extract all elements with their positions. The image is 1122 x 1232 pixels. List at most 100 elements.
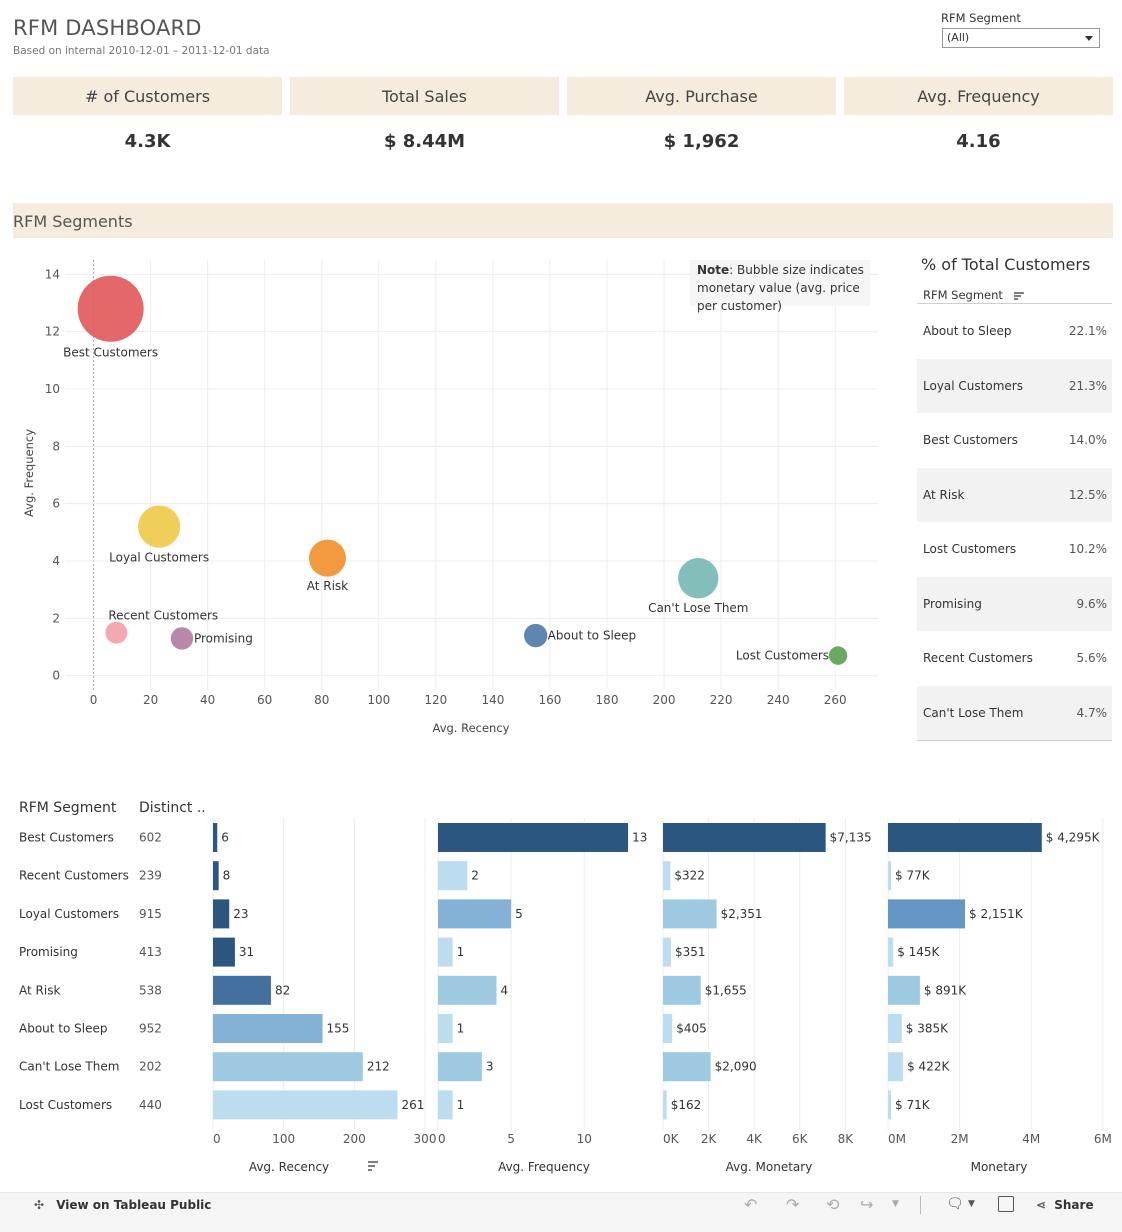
segment-filter-value: (All) [947, 31, 970, 44]
kpi-customers-label: # of Customers [13, 77, 282, 115]
x-tick-label: 160 [538, 693, 561, 707]
kpi-sales-label: Total Sales [290, 77, 559, 115]
y-axis-label: Avg. Frequency [22, 429, 36, 517]
chevron-down-icon[interactable]: ▼ [968, 1199, 975, 1209]
bar-value-label: $ 2,151K [969, 907, 1024, 921]
view-on-tableau-link[interactable]: ✣ View on Tableau Public [34, 1198, 211, 1212]
bar-value-label: 82 [275, 983, 290, 997]
redo-icon[interactable]: ↷ [786, 1195, 799, 1214]
bar-value-label: $ 422K [907, 1060, 950, 1074]
pct-table-segment: Promising [923, 596, 982, 611]
pct-table-row[interactable]: Lost Customers 10.2% [917, 522, 1112, 577]
y-tick-label: 12 [45, 325, 60, 339]
revert-icon[interactable]: ⟲ [826, 1195, 839, 1214]
pct-table-row[interactable]: Best Customers 14.0% [917, 413, 1112, 468]
panel-axis-label: Monetary [971, 1160, 1028, 1174]
bar [438, 861, 468, 891]
bar-value-label: 212 [367, 1060, 390, 1074]
y-tick-label: 0 [52, 669, 60, 683]
bar-value-label: 8 [223, 869, 231, 883]
pct-table-header[interactable]: RFM Segment [923, 288, 1025, 302]
refresh-icon[interactable]: ↪ [860, 1195, 873, 1214]
note-bold: Note [697, 263, 729, 277]
bar [888, 1014, 902, 1043]
kpi-purchase-label: Avg. Purchase [567, 77, 836, 115]
bar-value-label: $1,655 [705, 983, 747, 997]
pct-table-row[interactable]: Promising 9.6% [917, 576, 1112, 631]
x-tick-label: 140 [481, 693, 504, 707]
bar-value-label: $2,351 [721, 907, 763, 921]
bar-value-label: $ 145K [897, 945, 940, 959]
pct-table-row[interactable]: Can't Lose Them 4.7% [917, 685, 1112, 740]
pct-table-row[interactable]: Recent Customers 5.6% [917, 631, 1112, 686]
x-tick-label: 80 [314, 693, 329, 707]
bar [663, 937, 672, 967]
undo-icon[interactable]: ↶ [744, 1195, 757, 1214]
y-tick-label: 10 [45, 382, 60, 396]
divider [917, 740, 1112, 741]
pct-table-value: 22.1% [1068, 324, 1107, 339]
bar [888, 1090, 891, 1120]
bar-value-label: 23 [233, 907, 248, 921]
pct-table-row[interactable]: About to Sleep 22.1% [917, 304, 1112, 359]
bar-count-label: 440 [139, 1098, 162, 1112]
x-tick-label: 10 [577, 1132, 592, 1146]
bubble-label: Lost Customers [736, 649, 829, 663]
chevron-down-icon[interactable]: ▼ [892, 1199, 899, 1209]
bar-value-label: $162 [671, 1098, 702, 1112]
segment-bar-charts[interactable]: RFM Segment Distinct ..Best Customers 602R… [0, 790, 1122, 1180]
bar-count-header: Distinct .. [139, 800, 206, 816]
bar [663, 1052, 711, 1082]
bar [213, 975, 271, 1005]
bar-value-label: 155 [327, 1022, 350, 1036]
bubble-about-to-sleep [524, 623, 548, 648]
x-tick-label: 100 [272, 1132, 295, 1146]
bar [663, 975, 701, 1005]
pct-table-row[interactable]: At Risk 12.5% [917, 467, 1112, 522]
bubble-label: Best Customers [63, 346, 158, 360]
x-tick-label: 240 [767, 693, 790, 707]
bar [888, 861, 891, 891]
segment-filter-dropdown[interactable]: (All) [942, 28, 1100, 48]
x-tick-label: 100 [367, 693, 390, 707]
bar-category-label: Loyal Customers [19, 907, 119, 921]
section-title: RFM Segments [13, 203, 1113, 238]
bar [438, 937, 453, 967]
kpi-customers-value: 4.3K [124, 130, 171, 152]
x-tick-label: 200 [343, 1132, 366, 1146]
bar-category-label: At Risk [19, 983, 60, 997]
bar-count-label: 239 [139, 869, 162, 883]
pct-table-segment: At Risk [923, 487, 965, 502]
bar-value-label: $2,090 [715, 1060, 757, 1074]
bubble-label: Can't Lose Them [648, 601, 748, 615]
bar-category-label: About to Sleep [19, 1022, 108, 1036]
bar-value-label: 31 [239, 945, 254, 959]
bar [213, 861, 219, 891]
pct-table-row[interactable]: Loyal Customers 21.3% [917, 358, 1112, 413]
sort-icon [1013, 291, 1024, 300]
bubble-chart[interactable]: 0 20 40 60 80 100 120 140 160 180 200 220 240 260 0 2 4 6… [0, 245, 900, 745]
bar-value-label: 1 [457, 1022, 465, 1036]
x-tick-label: 8K [838, 1132, 855, 1146]
note-text: Note: Bubble size indicates [697, 263, 864, 277]
comment-icon[interactable]: 🗨 [946, 1196, 964, 1212]
bar-category-label: Best Customers [19, 831, 114, 845]
kpi-frequency-value: 4.16 [956, 130, 1001, 152]
x-tick-label: 300 [414, 1132, 437, 1146]
share-button[interactable]: ⋖ Share [1036, 1198, 1094, 1212]
x-tick-label: 5 [507, 1132, 515, 1146]
bar-value-label: $351 [675, 945, 706, 959]
pct-table-segment: About to Sleep [923, 324, 1012, 339]
y-tick-label: 2 [52, 611, 60, 625]
y-tick-label: 14 [45, 267, 60, 281]
chevron-down-icon [1085, 36, 1093, 41]
bubble-label: Promising [194, 631, 253, 645]
bar [888, 975, 920, 1005]
bar [213, 1090, 398, 1120]
y-tick-label: 4 [52, 554, 60, 568]
x-tick-label: 260 [824, 693, 847, 707]
bubble-promising [170, 627, 194, 650]
bar [888, 899, 966, 929]
fullscreen-icon[interactable] [998, 1196, 1014, 1212]
x-tick-label: 4K [746, 1132, 763, 1146]
